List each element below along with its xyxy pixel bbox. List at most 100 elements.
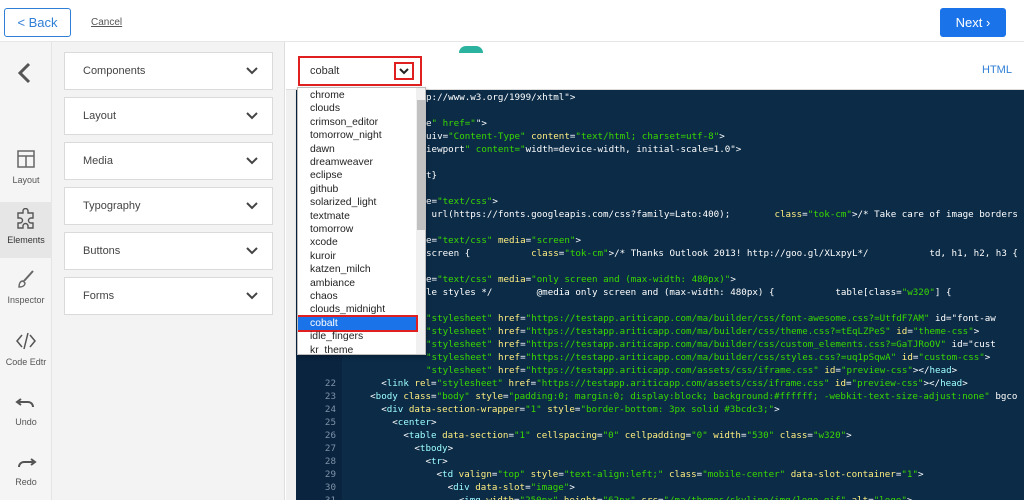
accordion-components[interactable]: Components [64,52,273,90]
brush-icon [18,270,34,288]
code-text: iewport" content="width=device-width, in… [426,144,742,155]
cancel-link[interactable]: Cancel [91,17,122,28]
theme-option[interactable]: solarized_light [298,196,416,209]
theme-option[interactable]: tomorrow [298,223,416,236]
theme-option[interactable]: kr_theme [298,344,416,354]
code-text: screen { class="tok-cm">/* Thanks Outloo… [426,248,1018,259]
rail-item-elements[interactable]: Elements [0,202,52,258]
back-button[interactable]: < Back [4,8,71,37]
code-line: 27 <tbody> [296,443,1024,456]
theme-option[interactable]: textmate [298,210,416,223]
accordion-layout[interactable]: Layout [64,97,273,135]
rail-item-label: Code Edtr [5,357,47,367]
rail-item-label: Inspector [7,295,45,305]
chevron-down-icon [246,157,258,165]
app-window: < Back Cancel Next › Layout Elements Ins… [0,0,1024,500]
line-number: 28 [324,456,336,467]
code-text: url(https://fonts.googleapis.com/css?fam… [426,209,1024,220]
theme-option[interactable]: dawn [298,143,416,156]
code-text: le styles */ @media only screen and (max… [426,287,952,298]
code-text: p://www.w3.org/1999/xhtml"> [426,92,576,103]
rail-item-code-editor[interactable]: Code Edtr [0,324,52,380]
theme-option[interactable]: xcode [298,236,416,249]
collapse-chevron-icon[interactable] [15,62,35,84]
line-number: 30 [324,482,336,493]
rail-item-label: Undo [15,417,37,427]
theme-option[interactable]: ambiance [298,277,416,290]
accordion-media[interactable]: Media [64,142,273,180]
code-text: <div data-slot="image"> [348,482,575,493]
line-number: 26 [324,430,336,441]
rail-item-undo[interactable]: Undo [0,384,52,440]
rail-item-redo[interactable]: Redo [0,444,52,500]
accordion-label: Media [83,155,113,167]
redo-icon [18,458,37,468]
chevron-down-icon [399,67,409,74]
code-text: <body class="body" style="padding:0; mar… [348,391,1018,402]
left-rail: Layout Elements Inspector Code Edtr Undo… [0,42,52,500]
theme-option[interactable]: clouds [298,102,416,115]
code-text: "stylesheet" href="https://testapp.ariti… [426,365,958,376]
chevron-down-icon [246,112,258,120]
theme-dropdown-toggle[interactable] [394,62,414,80]
layout-icon [17,150,35,168]
puzzle-icon [17,208,34,229]
accordion-label: Typography [83,200,141,212]
accordion-typography[interactable]: Typography [64,187,273,225]
code-text: "stylesheet" href="https://testapp.ariti… [426,339,996,350]
theme-option[interactable]: idle_fingers [298,330,416,343]
code-line: "stylesheet" href="https://testapp.ariti… [296,365,1024,378]
accordion-buttons[interactable]: Buttons [64,232,273,270]
accordion-label: Buttons [83,245,121,257]
rail-item-label: Layout [12,175,40,185]
line-number: 29 [324,469,336,480]
line-number: 23 [324,391,336,402]
theme-option[interactable]: kuroir [298,250,416,263]
theme-option[interactable]: katzen_milch [298,263,416,276]
theme-option[interactable]: chrome [298,89,416,102]
code-text: <td valign="top" style="text-align:left;… [348,469,924,480]
code-line: 31 <img width="250px" height="62px" src=… [296,495,1024,500]
code-text: "stylesheet" href="https://testapp.ariti… [426,352,991,363]
code-text: e="text/css" media="only screen and (max… [426,274,736,285]
line-number: 31 [296,495,336,500]
code-text: uiv="Content-Type" content="text/html; c… [426,131,725,142]
theme-option[interactable]: clouds_midnight [298,303,416,316]
line-number: 25 [324,417,336,428]
rail-item-label: Redo [15,477,37,487]
dropdown-scrollbar[interactable] [416,88,425,354]
code-line: 22 <link rel="stylesheet" href="https://… [296,378,1024,391]
code-text: e="text/css" media="screen"> [426,235,581,246]
chevron-down-icon [246,292,258,300]
decorative-tab-shape [459,46,483,53]
accordion-label: Components [83,65,146,77]
code-icon [16,332,36,350]
code-text: "stylesheet" href="https://testapp.ariti… [426,326,980,337]
theme-option[interactable]: crimson_editor [298,116,416,129]
chevron-down-icon [246,67,258,75]
code-text: t} [426,170,438,181]
code-line: 23 <body class="body" style="padding:0; … [296,391,1024,404]
theme-option[interactable]: tomorrow_night [298,129,416,142]
theme-option[interactable]: eclipse [298,169,416,182]
editor-mode-label[interactable]: HTML [982,64,1012,76]
code-text: <div data-section-wrapper="1" style="bor… [348,404,780,415]
undo-icon [15,398,34,408]
line-number: 24 [324,404,336,415]
theme-option[interactable]: chaos [298,290,416,303]
code-text: <center> [348,417,437,428]
code-text: <link rel="stylesheet" href="https://tes… [348,378,968,389]
theme-dropdown-list[interactable]: chrome clouds crimson_editor tomorrow_night… [297,87,426,355]
theme-select[interactable]: cobalt [298,56,422,86]
code-text: <img width="250px" height="62px" src="/m… [348,495,913,500]
rail-item-layout[interactable]: Layout [0,142,52,198]
next-button[interactable]: Next › [940,8,1006,37]
accordion-forms[interactable]: Forms [64,277,273,315]
code-line: 29 <td valign="top" style="text-align:le… [296,469,1024,482]
rail-item-inspector[interactable]: Inspector [0,262,52,318]
code-line: 30 <div data-slot="image"> [296,482,1024,495]
scrollbar-thumb[interactable] [417,100,425,230]
theme-option[interactable]: github [298,183,416,196]
theme-option[interactable]: dreamweaver [298,156,416,169]
theme-option[interactable]: cobalt [298,314,418,333]
